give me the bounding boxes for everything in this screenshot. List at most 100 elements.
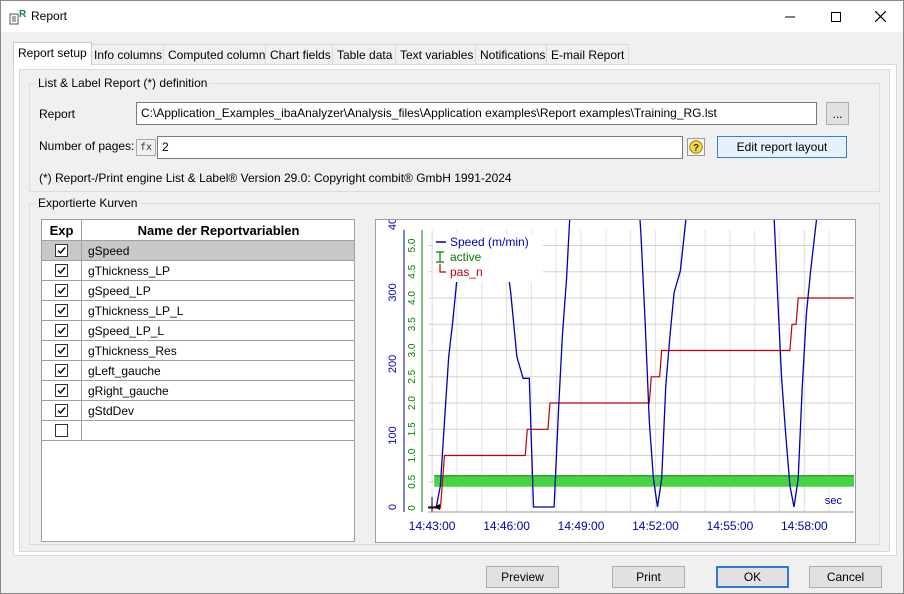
export-checkbox[interactable] — [55, 324, 68, 337]
checkmark-icon — [57, 327, 66, 335]
tab-computed-columns[interactable]: Computed columns — [163, 44, 277, 65]
speed-tick-label: 100 — [387, 426, 399, 444]
preview-button[interactable]: Preview — [486, 566, 559, 588]
export-cell — [42, 321, 82, 340]
export-cell — [42, 261, 82, 280]
table-row[interactable]: gSpeed_LP — [42, 281, 354, 301]
state-tick-label: 4.5 — [407, 264, 418, 278]
state-tick-label: 0.5 — [407, 474, 418, 488]
export-checkbox[interactable] — [55, 424, 68, 437]
table-row[interactable]: gLeft_gauche — [42, 361, 354, 381]
x-tick-label: 14:49:00 — [558, 519, 605, 533]
curves-table: Exp Name der Reportvariablen gSpeed gThic… — [41, 219, 355, 542]
x-tick-label: 14:58:00 — [781, 519, 828, 533]
export-cell — [42, 341, 82, 360]
variable-name: gSpeed_LP_L — [88, 324, 165, 338]
exported-curves-title: Exportierte Kurven — [36, 196, 140, 210]
variable-name: gThickness_LP_L — [88, 304, 184, 318]
variable-name: gStdDev — [88, 404, 135, 418]
fx-icon[interactable]: fx — [136, 139, 156, 156]
state-tick-label: 3.5 — [407, 317, 418, 331]
question-mark-icon: ? — [689, 140, 703, 154]
state-tick-label: 3.0 — [407, 343, 418, 357]
export-cell — [42, 281, 82, 300]
checkmark-icon — [57, 387, 66, 395]
x-tick-label: 14:46:00 — [483, 519, 530, 533]
pages-field[interactable]: 2 — [157, 136, 683, 159]
report-setup-content: List & Label Report (*) definition Repor… — [19, 69, 890, 552]
close-icon — [874, 11, 886, 22]
engine-copyright-note: (*) Report-/Print engine List & Label® V… — [39, 171, 512, 185]
table-row[interactable]: gRight_gauche — [42, 381, 354, 401]
speed-tick-label: 400 — [387, 220, 399, 230]
speed-chart: 14:43:00 14:46:00 14:49:00 14:52:00 14:55:00… — [375, 145, 856, 543]
checkmark-icon — [57, 307, 66, 315]
x-tick-label: 14:55:00 — [707, 519, 754, 533]
speed-tick-label: 300 — [387, 283, 399, 301]
edit-report-layout-button[interactable]: Edit report layout — [717, 136, 847, 158]
maximize-icon — [831, 11, 841, 22]
definition-group-title: List & Label Report (*) definition — [36, 76, 210, 90]
tab-table-data[interactable]: Table data — [332, 44, 398, 65]
export-checkbox[interactable] — [55, 244, 68, 257]
table-row[interactable] — [42, 421, 354, 441]
export-checkbox[interactable] — [55, 284, 68, 297]
svg-text:R: R — [19, 9, 27, 20]
tab-info-columns[interactable]: Info columns — [89, 44, 168, 65]
ok-button[interactable]: OK — [716, 566, 789, 588]
checkmark-icon — [57, 247, 66, 255]
expression-builder-button[interactable]: ? — [687, 138, 705, 156]
cancel-button[interactable]: Cancel — [809, 566, 882, 588]
print-button[interactable]: Print — [612, 566, 685, 588]
browse-button[interactable]: ... — [826, 102, 849, 125]
maximize-button[interactable] — [813, 1, 859, 32]
state-tick-label: 5.0 — [407, 238, 418, 252]
tab-chart-fields[interactable]: Chart fields — [265, 44, 336, 65]
variable-name: gRight_gauche — [88, 384, 169, 398]
close-button[interactable] — [857, 1, 903, 32]
state-tick-label: 0 — [407, 505, 418, 511]
legend-label: Speed (m/min) — [450, 235, 529, 249]
export-cell — [42, 301, 82, 320]
state-tick-label: 2.5 — [407, 369, 418, 383]
export-checkbox[interactable] — [55, 344, 68, 357]
variable-name: gThickness_LP — [88, 264, 171, 278]
table-row[interactable]: gStdDev — [42, 401, 354, 421]
report-label: Report — [39, 107, 76, 121]
table-row[interactable]: gThickness_LP — [42, 261, 354, 281]
legend-label: active — [450, 250, 482, 264]
window-title: Report — [31, 9, 68, 23]
title-bar: R Report — [1, 1, 903, 32]
table-row[interactable]: gSpeed_LP_L — [42, 321, 354, 341]
report-dialog: R Report Report setup Info columns Compu… — [0, 0, 904, 594]
export-checkbox[interactable] — [55, 304, 68, 317]
tab-text-variables[interactable]: Text variables — [395, 44, 479, 65]
export-checkbox[interactable] — [55, 364, 68, 377]
x-tick-label: 14:43:00 — [409, 519, 456, 533]
table-row[interactable]: gSpeed — [42, 241, 354, 261]
definition-group: List & Label Report (*) definition Repor… — [29, 76, 880, 192]
minimize-button[interactable] — [767, 1, 813, 32]
export-checkbox[interactable] — [55, 404, 68, 417]
export-cell — [42, 421, 82, 440]
column-header-name[interactable]: Name der Reportvariablen — [83, 220, 354, 240]
tab-report-setup[interactable]: Report setup — [13, 42, 92, 65]
speed-tick-label: 0 — [387, 504, 399, 510]
pages-label: Number of pages: — [39, 139, 135, 153]
export-cell — [42, 401, 82, 420]
active-series-band — [434, 475, 854, 487]
table-row[interactable]: gThickness_LP_L — [42, 301, 354, 321]
tab-notifications[interactable]: Notifications — [475, 44, 551, 65]
checkmark-icon — [57, 267, 66, 275]
checkmark-icon — [57, 407, 66, 415]
minimize-icon — [785, 16, 795, 17]
column-header-exp[interactable]: Exp — [42, 220, 82, 240]
table-row[interactable]: gThickness_Res — [42, 341, 354, 361]
export-checkbox[interactable] — [55, 384, 68, 397]
svg-text:?: ? — [693, 143, 699, 154]
export-checkbox[interactable] — [55, 264, 68, 277]
checkmark-icon — [57, 367, 66, 375]
report-path-field[interactable]: C:\Application_Examples_ibaAnalyzer\Anal… — [136, 102, 817, 125]
tab-email-report[interactable]: E-mail Report — [546, 44, 630, 65]
speed-chart-svg: 14:43:00 14:46:00 14:49:00 14:52:00 14:55:00… — [387, 145, 854, 533]
